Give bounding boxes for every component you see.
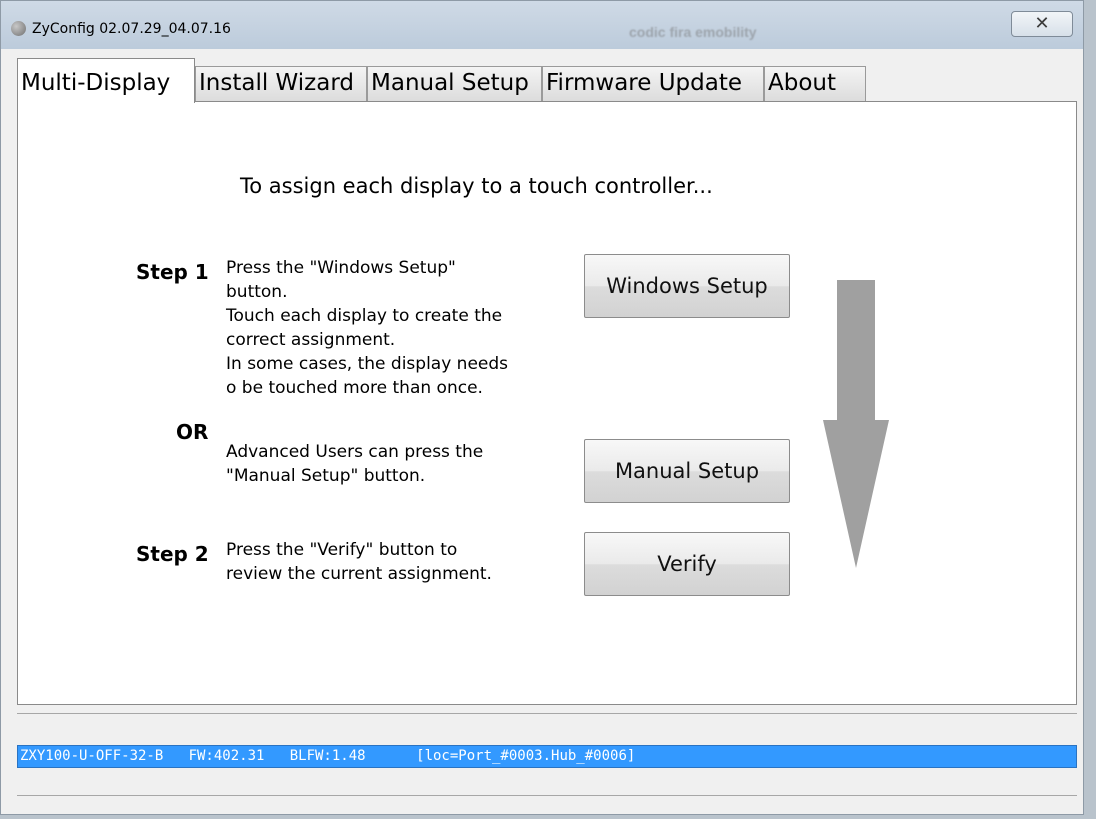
or-label: OR: [176, 420, 209, 444]
multi-display-panel: To assign each display to a touch contro…: [17, 101, 1077, 705]
close-button[interactable]: ✕: [1011, 11, 1073, 37]
close-icon: ✕: [1034, 13, 1050, 33]
device-status-row[interactable]: ZXY100-U-OFF-32-B FW:402.31 BLFW:1.48 [l…: [17, 745, 1077, 768]
tab-about[interactable]: About: [764, 66, 866, 101]
divider: [17, 795, 1077, 796]
tab-label: Firmware Update: [546, 70, 743, 96]
page-headline: To assign each display to a touch contro…: [240, 174, 713, 198]
tab-firmware-update[interactable]: Firmware Update: [542, 66, 764, 101]
verify-button[interactable]: Verify: [584, 532, 790, 596]
advanced-instructions: Advanced Users can press the "Manual Set…: [226, 442, 484, 486]
down-arrow-icon: [823, 280, 889, 568]
app-window: ZyConfig 02.07.29_04.07.16 codic fira em…: [0, 0, 1084, 815]
tab-multi-display[interactable]: Multi-Display: [17, 58, 195, 103]
manual-setup-button[interactable]: Manual Setup: [584, 439, 790, 503]
background-window-title: codic fira emobility: [629, 24, 757, 40]
windows-setup-button-label: Windows Setup: [606, 274, 768, 298]
manual-setup-button-label: Manual Setup: [614, 459, 760, 483]
tab-label: Install Wizard: [199, 70, 354, 96]
tab-manual-setup[interactable]: Manual Setup: [367, 66, 542, 101]
tab-label: Manual Setup: [371, 70, 529, 96]
app-icon: [11, 21, 26, 36]
windows-setup-button[interactable]: Windows Setup: [584, 254, 790, 318]
verify-button-label: Verify: [657, 552, 717, 576]
window-title: ZyConfig 02.07.29_04.07.16: [32, 21, 231, 37]
divider: [17, 713, 1077, 714]
tab-install-wizard[interactable]: Install Wizard: [195, 66, 367, 101]
step1-instructions: Press the "Windows Setup" button. Touch …: [226, 258, 509, 398]
tab-label: Multi-Display: [21, 70, 171, 96]
step1-label: Step 1: [136, 260, 209, 284]
tab-label: About: [768, 70, 837, 96]
step2-instructions: Press the "Verify" button to review the …: [226, 540, 492, 584]
step2-label: Step 2: [136, 542, 209, 566]
title-bar[interactable]: ZyConfig 02.07.29_04.07.16 codic fira em…: [1, 1, 1083, 49]
